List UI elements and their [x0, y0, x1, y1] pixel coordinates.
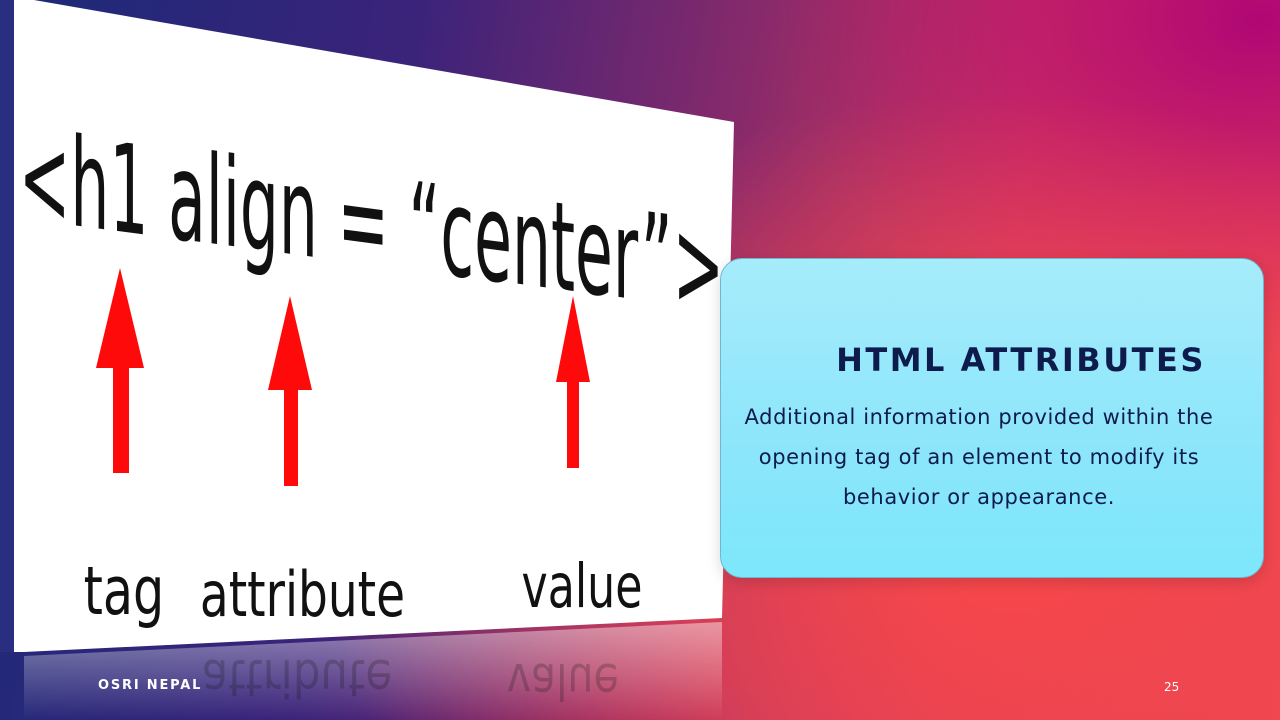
label-tag: tag [84, 551, 165, 630]
label-attribute: attribute [200, 559, 405, 631]
reflection-label-value: value [507, 652, 619, 710]
label-value: value [522, 552, 643, 622]
panel-edge [0, 0, 14, 652]
slide-description: Additional information provided within t… [744, 405, 1214, 509]
illustration-canvas: <h1 align = “center”> tag attribute valu… [0, 0, 734, 720]
slide-title: HTML ATTRIBUTES [836, 341, 1206, 379]
definition-card: HTML ATTRIBUTES Additional information p… [720, 258, 1264, 578]
html-attribute-illustration: <h1 align = “center”> tag attribute valu… [0, 0, 740, 720]
footer-brand: OSRI NEPAL [98, 678, 203, 693]
page-number: 25 [1164, 680, 1180, 694]
reflection-label-attribute: attribute [202, 647, 393, 708]
